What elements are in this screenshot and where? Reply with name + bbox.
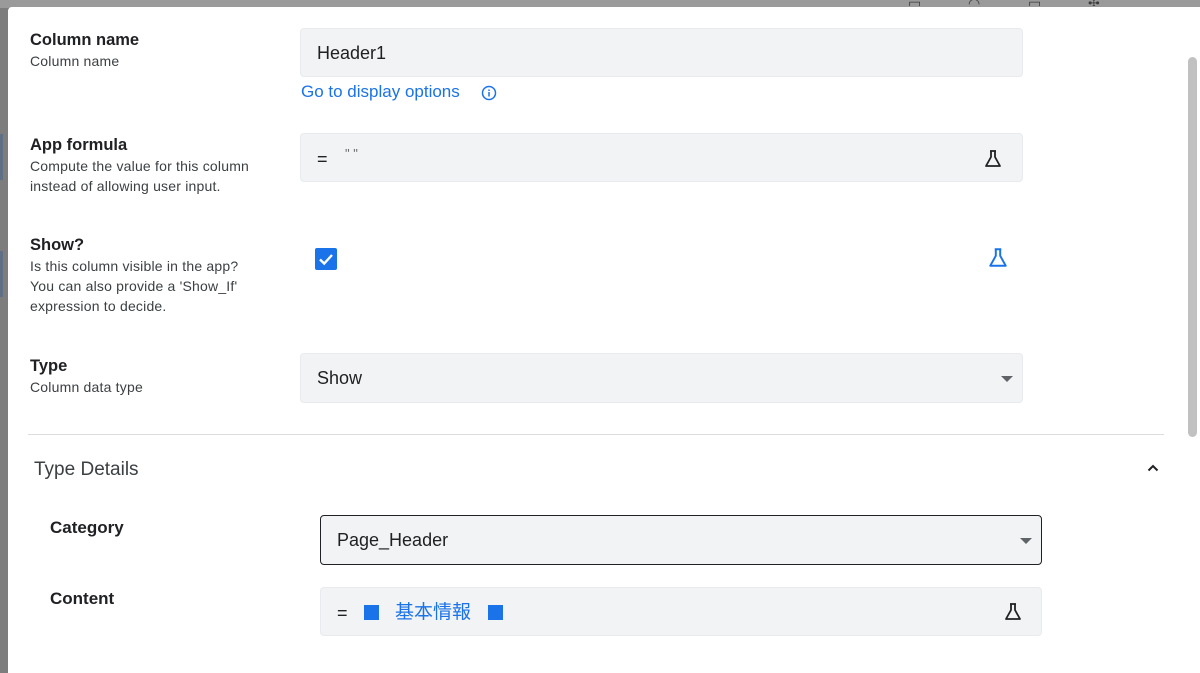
show-description-3: expression to decide. [30,298,167,314]
app-formula-input[interactable]: = " " [300,133,1023,182]
background-toolbar-icon: ▭ [1028,0,1041,6]
background-sidebar-marker [0,251,3,297]
type-select[interactable]: Show [300,353,1023,403]
beaker-icon[interactable] [987,247,1009,269]
chevron-up-icon[interactable] [1146,461,1160,475]
background-toolbar-icon: ✣ [1088,0,1100,6]
scrollbar[interactable] [1186,7,1200,673]
background-toolbar-icon: ▭ [908,0,921,6]
formula-equals-sign: = [317,149,328,169]
app-formula-label-group: App formula Compute the value for this c… [30,134,249,196]
type-details-title[interactable]: Type Details [34,457,139,483]
display-options-link[interactable]: Go to display options [301,80,460,104]
background-sidebar-marker [0,134,3,180]
column-name-input[interactable]: Header1 [300,28,1023,77]
show-description-1: Is this column visible in the app? [30,258,239,274]
section-divider [28,434,1164,435]
content-input[interactable]: = 基本情報 [320,587,1042,636]
app-formula-description-1: Compute the value for this column [30,158,250,174]
dropdown-arrow-icon [1001,376,1013,382]
content-marker-left [364,605,379,620]
beaker-icon[interactable] [1003,602,1023,622]
category-select[interactable]: Page_Header [320,515,1042,565]
background-app-sidebar [0,8,8,673]
column-name-title: Column name [30,31,140,49]
type-title: Type [30,357,68,375]
dropdown-arrow-icon [1020,538,1032,544]
column-name-label-group: Column name Column name [30,29,139,71]
show-label-group: Show? Is this column visible in the app?… [30,234,238,316]
checkmark-icon [319,254,333,266]
content-equals-sign: = [337,603,348,623]
show-checkbox[interactable] [315,248,337,270]
content-marker-right [488,605,503,620]
app-formula-description-2: instead of allowing user input. [30,178,221,194]
info-icon[interactable] [481,85,497,101]
show-title: Show? [30,236,85,254]
column-name-value: Header1 [317,43,387,63]
column-name-description: Column name [30,53,120,69]
type-description: Column data type [30,379,143,395]
type-label-group: Type Column data type [30,355,143,397]
type-selected-value: Show [317,368,363,388]
background-toolbar-icon: ◠ [968,0,980,6]
formula-value: " " [345,146,358,161]
category-label: Category [50,518,124,537]
app-formula-title: App formula [30,136,128,154]
column-settings-dialog: Column name Column name Header1 Go to di… [8,7,1200,673]
content-label: Content [50,589,115,608]
category-selected-value: Page_Header [337,530,449,550]
content-text: 基本情報 [395,601,472,623]
scrollbar-thumb[interactable] [1188,57,1197,437]
beaker-icon[interactable] [983,149,1003,169]
show-description-2: You can also provide a 'Show_If' [30,278,238,294]
